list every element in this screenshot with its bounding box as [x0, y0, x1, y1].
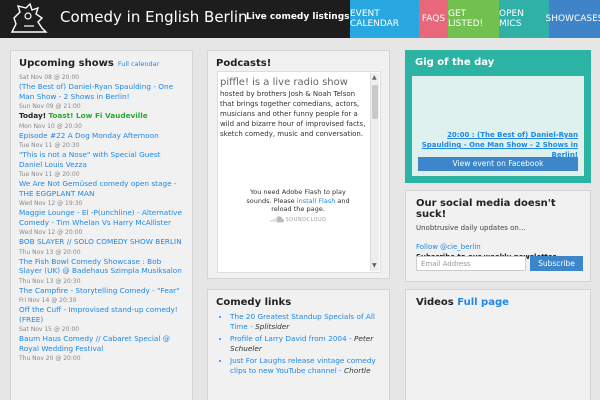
podcast-body: hosted by brothers Josh & Noah Telson th… — [220, 90, 366, 138]
event-link[interactable]: We Are Not Gemüsed comedy open stage - T… — [19, 179, 184, 198]
event-date: Sun Nov 09 @ 21:00 — [19, 103, 81, 110]
nav-get-listed[interactable]: GET LISTED! — [448, 0, 499, 38]
gig-of-the-day-panel: Gig of the day 20:00 : (The Best of) Dan… — [405, 50, 591, 183]
link-source: Splitsider — [255, 322, 290, 331]
event-item: Fri Nov 14 @ 20:30 Off the Cuff - Improv… — [19, 297, 184, 324]
email-field[interactable]: Email Address — [416, 256, 526, 271]
gig-content: 20:00 : (The Best of) Daniel-Ryan Spauld… — [412, 76, 584, 176]
event-date: Sat Nov 08 @ 20:00 — [19, 74, 80, 81]
follow-twitter-link[interactable]: Follow @cie_berlin — [416, 243, 580, 251]
comedy-link[interactable]: Profile of Larry David from 2004 — [230, 334, 347, 343]
event-link[interactable]: BOB SLAYER // SOLO COMEDY SHOW BERLIN — [19, 237, 184, 247]
event-link[interactable]: Off the Cuff - Improvised stand-up comed… — [19, 305, 184, 324]
subscribe-button[interactable]: Subscribe — [530, 256, 583, 271]
scroll-down-icon[interactable]: ▼ — [372, 262, 377, 270]
soundcloud-logo[interactable]: SOUNDCLOUD — [268, 216, 328, 223]
podcasts-title: Podcasts! — [216, 58, 272, 69]
event-date: Wed Nov 12 @ 19:30 — [19, 200, 83, 207]
today-label: Today! — [19, 111, 47, 120]
gig-event-link[interactable]: 20:00 : (The Best of) Daniel-Ryan Spauld… — [418, 130, 578, 160]
event-item: Thu Nov 13 @ 20:00 The Fish Bowl Comedy … — [19, 249, 184, 276]
event-item: Sat Nov 08 @ 20:00 (The Best of) Daniel-… — [19, 74, 184, 101]
event-link[interactable]: The Campfire - Storytelling Comedy - "Fe… — [19, 286, 184, 296]
event-today-line: Today! Toast! Low Fi Vaudeville — [19, 111, 184, 121]
gig-of-the-day-title: Gig of the day — [415, 57, 495, 68]
site-tagline: Live comedy listings — [246, 12, 350, 22]
site-brand[interactable]: Comedy in English Berlin — [60, 8, 248, 26]
nav-showcases[interactable]: SHOWCASES — [545, 0, 600, 38]
upcoming-shows-title: Upcoming shows — [19, 58, 114, 69]
event-link[interactable]: Maggie Lounge - El -P(unchline) - Altern… — [19, 208, 184, 227]
list-item: Profile of Larry David from 2004 - Peter… — [230, 334, 381, 354]
podcast-scrollbar[interactable]: ▲ ▼ — [370, 73, 379, 271]
event-date: Wed Nov 12 @ 20:00 — [19, 229, 83, 236]
view-on-facebook-button[interactable]: View event on Facebook — [418, 157, 578, 171]
videos-panel: Videos Full page — [405, 289, 591, 400]
flash-notice: You need Adobe Flash to play sounds. Ple… — [238, 188, 358, 214]
comedy-link[interactable]: The 20 Greatest Standup Specials of All … — [230, 312, 375, 331]
videos-full-page-link[interactable]: Full page — [457, 297, 509, 308]
full-calendar-link[interactable]: Full calendar — [118, 60, 159, 68]
podcast-embed-frame: piffle! is a live radio show hosted by b… — [217, 71, 381, 273]
sketch-figure-logo-icon[interactable] — [6, 2, 54, 36]
event-item: Mon Nov 10 @ 20:30 Episode #22 A Dog Mon… — [19, 123, 184, 141]
event-link[interactable]: Episode #22 A Dog Monday Afternoon — [19, 131, 184, 141]
comedy-links-title: Comedy links — [216, 297, 292, 308]
podcast-lead: piffle! is a live radio show — [220, 77, 348, 88]
videos-heading: Videos Full page — [416, 297, 580, 308]
scroll-thumb[interactable] — [372, 85, 378, 119]
comedy-links-panel: Comedy links The 20 Greatest Standup Spe… — [207, 289, 390, 400]
event-date: Thu Nov 20 @ 20:00 — [19, 355, 81, 362]
social-title: Our social media doesn't suck! — [416, 198, 556, 220]
event-link[interactable]: (The Best of) Daniel-Ryan Spaulding - On… — [19, 82, 184, 101]
event-date: Fri Nov 14 @ 20:30 — [19, 297, 77, 304]
event-link[interactable]: "This is not a Nose" with Special Guest … — [19, 150, 184, 169]
social-media-panel: Our social media doesn't suck! Unobtrusi… — [405, 190, 591, 282]
link-source: Chortle — [344, 366, 371, 375]
install-flash-link[interactable]: install Flash — [297, 197, 336, 205]
event-item: Tue Nov 11 @ 20:00 We Are Not Gemüsed co… — [19, 171, 184, 198]
event-date: Sat Nov 15 @ 20:00 — [19, 326, 80, 333]
event-date: Thu Nov 13 @ 20:00 — [19, 248, 81, 256]
event-item: Sat Nov 15 @ 20:00 Baum Haus Comedy // C… — [19, 326, 184, 353]
site-header: Comedy in English Berlin Live comedy lis… — [0, 0, 600, 38]
nav-faqs[interactable]: FAQS — [419, 0, 448, 38]
list-item: Just For Laughs release vintage comedy c… — [230, 356, 381, 376]
event-item: Thu Nov 20 @ 20:00 — [19, 355, 184, 363]
nav-event-calendar[interactable]: EVENT CALENDAR — [350, 0, 419, 38]
event-link[interactable]: The Fish Bowl Comedy Showcase : Bob Slay… — [19, 257, 184, 276]
podcast-description: piffle! is a live radio show hosted by b… — [220, 76, 370, 139]
event-item: Wed Nov 12 @ 19:30 Maggie Lounge - El -P… — [19, 200, 184, 227]
nav-open-mics[interactable]: OPEN MICS — [499, 0, 549, 38]
podcasts-panel: Podcasts! piffle! is a live radio show h… — [207, 50, 390, 279]
social-subtitle: Unobtrusive daily updates on... — [416, 224, 526, 232]
event-item: Sun Nov 09 @ 21:00 Today! Toast! Low Fi … — [19, 103, 184, 121]
videos-title: Videos — [416, 297, 454, 308]
event-item: Tue Nov 11 @ 20:30 "This is not a Nose" … — [19, 142, 184, 169]
event-date: Thu Nov 13 @ 20:30 — [19, 277, 81, 285]
event-date: Tue Nov 11 @ 20:30 — [19, 142, 80, 149]
event-item: Thu Nov 13 @ 20:30 The Campfire - Storyt… — [19, 278, 184, 296]
upcoming-shows-panel: Upcoming shows Full calendar Sat Nov 08 … — [10, 50, 193, 400]
event-date: Mon Nov 10 @ 20:30 — [19, 122, 82, 130]
soundcloud-cloud-icon — [270, 216, 284, 223]
event-item: Wed Nov 12 @ 20:00 BOB SLAYER // SOLO CO… — [19, 229, 184, 247]
event-date: Tue Nov 11 @ 20:00 — [19, 171, 80, 178]
comedy-links-list: The 20 Greatest Standup Specials of All … — [216, 312, 381, 376]
soundcloud-label: SOUNDCLOUD — [285, 217, 327, 223]
event-link[interactable]: Baum Haus Comedy // Cabaret Special @ Ro… — [19, 334, 184, 353]
list-item: The 20 Greatest Standup Specials of All … — [230, 312, 381, 332]
event-link[interactable]: Toast! Low Fi Vaudeville — [48, 111, 147, 120]
scroll-up-icon[interactable]: ▲ — [372, 74, 377, 82]
